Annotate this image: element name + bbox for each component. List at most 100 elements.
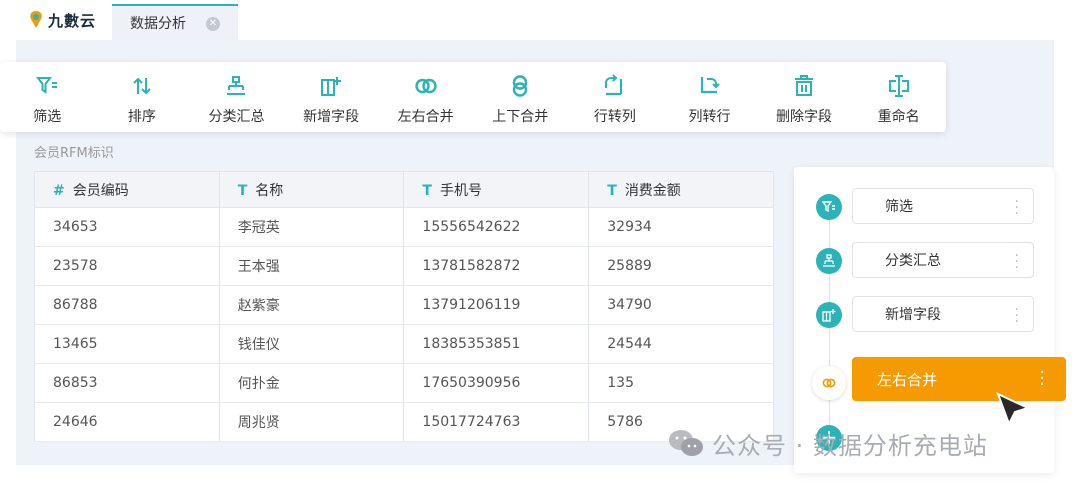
tab-close-icon[interactable]: ✕ — [206, 17, 220, 31]
table-cell: 15017724763 — [403, 402, 590, 442]
tool-label: 上下合并 — [492, 109, 549, 125]
group-summary-icon — [227, 76, 246, 95]
tool-filter[interactable]: 筛选 — [0, 62, 95, 132]
top-bar: 九數云 数据分析 ✕ — [0, 0, 1080, 40]
wechat-icon — [669, 430, 703, 456]
table-row[interactable]: 34653 李冠英 15556542622 32934 — [34, 207, 774, 247]
tab-data-analysis[interactable]: 数据分析 ✕ — [112, 4, 238, 40]
flow-step-label: 分类汇总 — [885, 253, 941, 269]
table-cell: 钱佳仪 — [219, 324, 405, 364]
merge-horizontal-icon — [812, 366, 846, 400]
column-header[interactable]: T 名称 — [219, 171, 405, 208]
tool-label: 新增字段 — [303, 109, 360, 125]
section-label: 会员RFM标识 — [34, 146, 114, 161]
table-cell: 赵紫豪 — [219, 285, 405, 325]
number-type-icon: # — [53, 182, 65, 199]
table-cell: 18385353851 — [403, 324, 590, 364]
flow-step-box[interactable]: 新增字段 · · · — [852, 296, 1034, 332]
table-cell: 86788 — [34, 285, 220, 325]
flow-step-box[interactable]: 筛选 · · · — [852, 188, 1034, 224]
table-cell: 86853 — [34, 363, 220, 403]
more-menu-icon[interactable]: · · · — [1039, 364, 1045, 394]
merge-horizontal-icon — [414, 78, 437, 94]
table-cell: 25889 — [588, 246, 774, 286]
table-cell: 17650390956 — [403, 363, 590, 403]
column-header[interactable]: T 手机号 — [403, 171, 590, 208]
row-to-column-icon — [604, 74, 622, 96]
column-header-label: 会员编码 — [72, 182, 129, 199]
column-header[interactable]: # 会员编码 — [34, 171, 220, 208]
add-field-icon — [816, 302, 842, 328]
tool-sort[interactable]: 排序 — [95, 62, 190, 132]
column-header-label: 手机号 — [439, 182, 482, 199]
flow-step-box[interactable]: 分类汇总 · · · — [852, 242, 1034, 278]
table-header-row: # 会员编码 T 名称 T 手机号 T 消费金额 — [34, 171, 774, 208]
table-cell: 135 — [588, 363, 774, 403]
flow-step-label: 筛选 — [885, 199, 913, 215]
table-cell: 24646 — [34, 402, 220, 442]
column-header-label: 名称 — [255, 182, 284, 199]
more-menu-icon[interactable]: · · · — [1015, 195, 1019, 221]
tool-merge-horizontal[interactable]: 左右合并 — [378, 62, 473, 132]
tool-label: 排序 — [127, 109, 156, 125]
table-row[interactable]: 23578 王本强 13781582872 25889 — [34, 246, 774, 286]
table-row[interactable]: 86788 赵紫豪 13791206119 34790 — [34, 285, 774, 325]
tool-column-to-row[interactable]: 列转行 — [662, 62, 757, 132]
tool-label: 列转行 — [688, 109, 731, 125]
table-cell: 13781582872 — [403, 246, 590, 286]
tool-label: 分类汇总 — [208, 109, 265, 125]
flow-step-filter[interactable]: 筛选 · · · — [816, 188, 1040, 224]
table-cell: 23578 — [34, 246, 220, 286]
merge-vertical-icon — [513, 75, 528, 97]
tab-label: 数据分析 — [130, 16, 186, 32]
table-row[interactable]: 86853 何扑金 17650390956 135 — [34, 363, 774, 403]
table-cell: 15556542622 — [403, 207, 590, 247]
table-cell: 13791206119 — [403, 285, 590, 325]
table-cell: 王本强 — [219, 246, 405, 286]
text-type-icon: T — [422, 182, 432, 199]
flow-step-group-summary[interactable]: 分类汇总 · · · — [816, 242, 1040, 278]
mouse-cursor-icon — [996, 392, 1031, 427]
watermark: 公众号 · 数据分析充电站 — [668, 424, 988, 462]
tool-merge-vertical[interactable]: 上下合并 — [473, 62, 568, 132]
table-row[interactable]: 24646 周兆贤 15017724763 5786 — [34, 402, 774, 442]
tool-add-field[interactable]: 新增字段 — [284, 62, 379, 132]
tool-label: 左右合并 — [397, 109, 454, 125]
flow-step-label: 新增字段 — [885, 307, 941, 323]
table-cell: 李冠英 — [219, 207, 405, 247]
tool-delete-field[interactable]: 删除字段 — [757, 62, 852, 132]
watermark-text: 公众号 · 数据分析充电站 — [712, 431, 988, 460]
tool-label: 重命名 — [877, 109, 920, 125]
table-cell: 13465 — [34, 324, 220, 364]
table-cell: 周兆贤 — [219, 402, 405, 442]
tool-row-to-column[interactable]: 行转列 — [568, 62, 663, 132]
more-menu-icon[interactable]: · · · — [1015, 303, 1019, 329]
flow-step-add-field[interactable]: 新增字段 · · · — [816, 296, 1040, 332]
app-logo[interactable]: 九數云 — [28, 8, 96, 32]
logo-icon — [30, 11, 42, 28]
group-summary-icon — [816, 248, 842, 274]
add-field-icon — [321, 77, 342, 96]
more-menu-icon[interactable]: · · · — [1015, 249, 1019, 275]
table-cell: 34653 — [34, 207, 220, 247]
tool-rename[interactable]: 重命名 — [851, 62, 946, 132]
column-to-row-icon — [701, 77, 721, 94]
delete-field-icon — [795, 75, 814, 96]
table-cell: 34790 — [588, 285, 774, 325]
column-header[interactable]: T 消费金额 — [588, 171, 774, 208]
tool-label: 筛选 — [33, 109, 62, 125]
logo-text: 九數云 — [48, 11, 97, 30]
table-cell: 32934 — [588, 207, 774, 247]
flow-step-label: 左右合并 — [877, 370, 938, 389]
table-cell: 24544 — [588, 324, 774, 364]
table-cell: 何扑金 — [219, 363, 405, 403]
column-header-label: 消费金额 — [624, 182, 681, 199]
text-type-icon: T — [607, 182, 617, 199]
tool-label: 删除字段 — [776, 109, 833, 125]
table-row[interactable]: 13465 钱佳仪 18385353851 24544 — [34, 324, 774, 364]
rename-icon — [888, 75, 909, 97]
filter-icon — [36, 77, 58, 94]
tool-group-summary[interactable]: 分类汇总 — [189, 62, 284, 132]
tool-label: 行转列 — [593, 109, 636, 125]
data-table: # 会员编码 T 名称 T 手机号 T 消费金额 34653 李冠英 15556542622… — [34, 171, 774, 442]
